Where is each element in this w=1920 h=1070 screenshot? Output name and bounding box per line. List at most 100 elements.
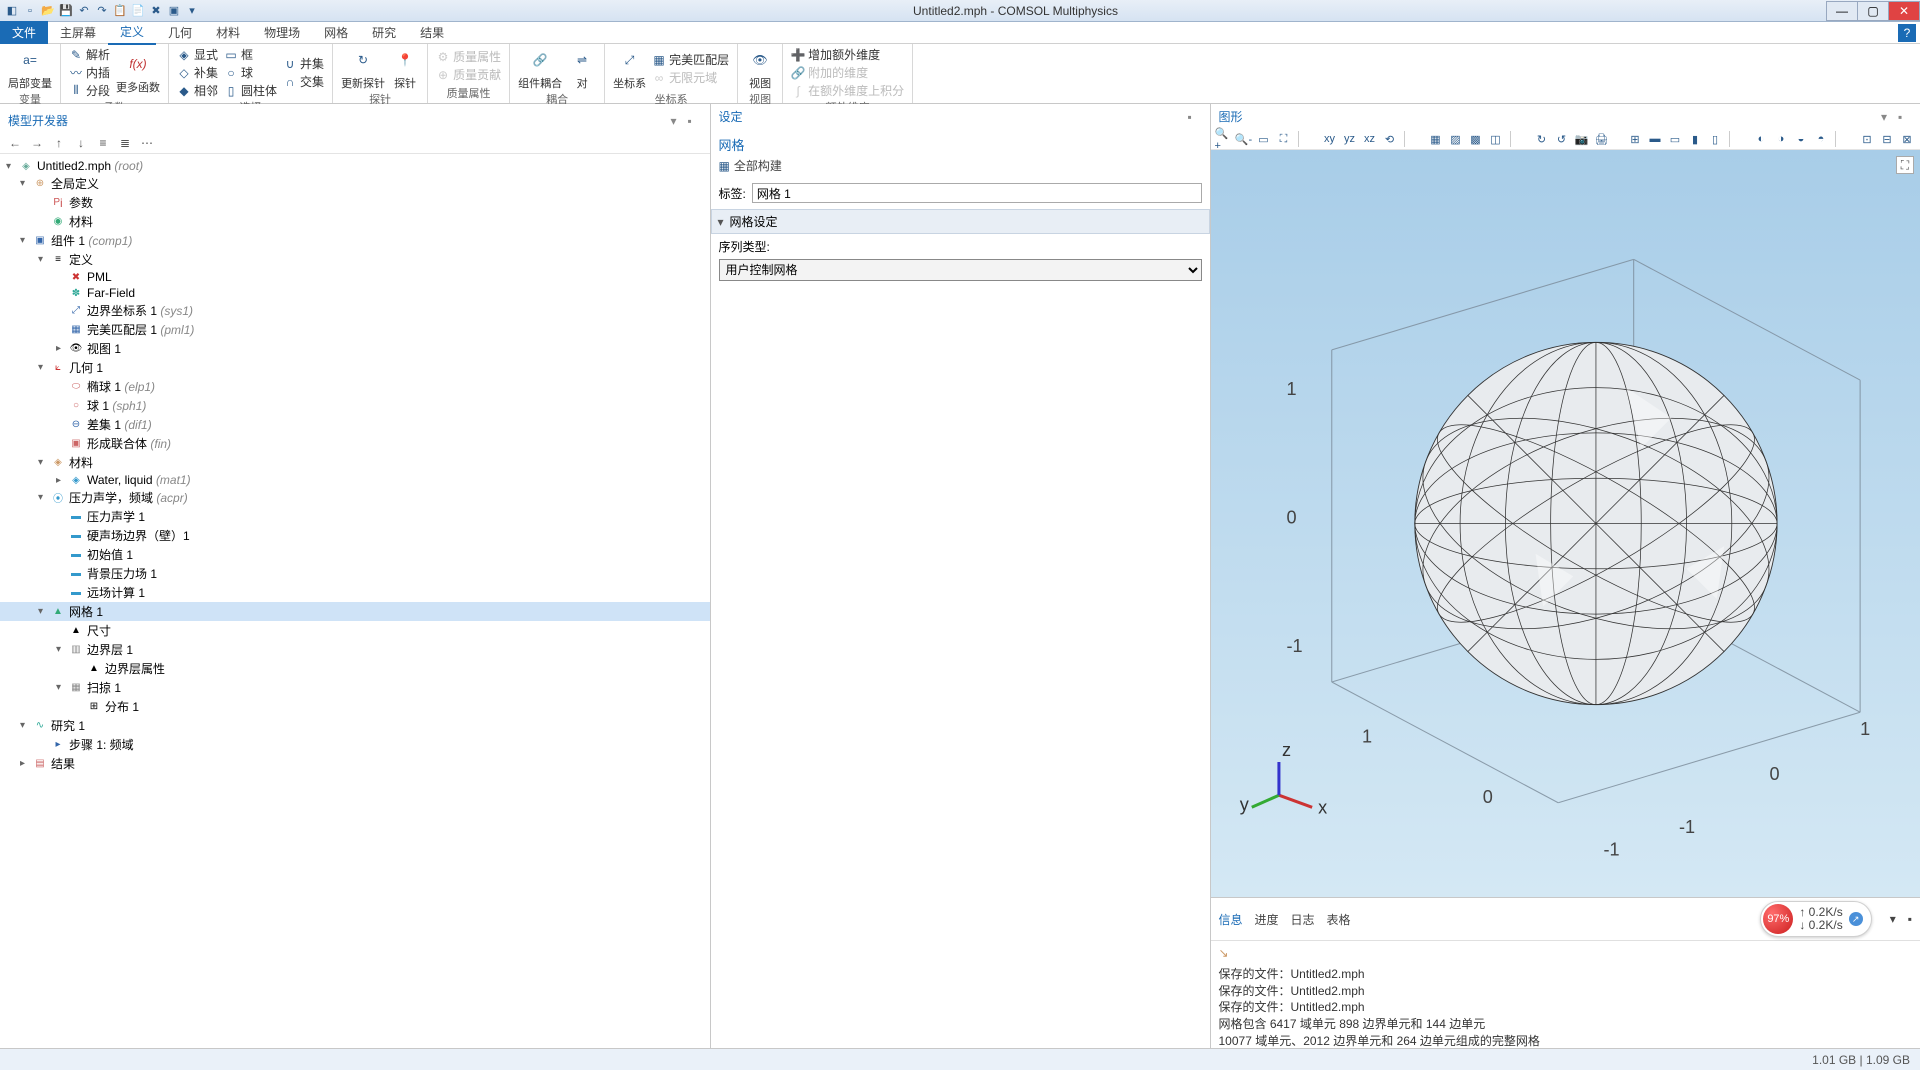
zoom-extent-icon[interactable]: ⛶ [1275, 131, 1293, 147]
analytic-fn[interactable]: ✎解析 [69, 46, 110, 63]
new-icon[interactable]: ▫ [22, 3, 38, 19]
label-label: 标签: [719, 185, 746, 202]
coord-button[interactable]: ⤢坐标系 [613, 46, 646, 91]
tab-defs[interactable]: 定义 [108, 20, 156, 45]
back-icon[interactable]: ← [6, 135, 24, 151]
interp-fn[interactable]: 〰内插 [69, 64, 110, 81]
file-menu[interactable]: 文件 [0, 21, 48, 44]
gfx-opts-icon[interactable]: ▾ [1881, 110, 1895, 124]
build-all-button[interactable]: ▦全部构建 [719, 154, 1202, 177]
graphics-canvas[interactable]: 10-1 10-1 -101 x y z ⛶ [1211, 150, 1920, 897]
mass-prop: ⚙质量属性 [436, 48, 501, 65]
explicit-sel[interactable]: ◈显式 [177, 46, 218, 63]
add-dim[interactable]: ➕增加额外维度 [791, 46, 904, 63]
save-icon[interactable]: 💾 [58, 3, 74, 19]
pml-button[interactable]: ▦完美匹配层 [652, 51, 729, 68]
svg-text:z: z [1281, 740, 1290, 760]
minimize-button[interactable]: — [1826, 1, 1858, 21]
attach-dim: 🔗附加的维度 [791, 64, 904, 81]
tab-study[interactable]: 研究 [360, 21, 408, 44]
opts-icon[interactable]: ▪ [688, 114, 702, 128]
help-button[interactable]: ? [1898, 24, 1916, 42]
view-button[interactable]: 👁视图 [746, 46, 774, 91]
complement-sel[interactable]: ◇补集 [177, 64, 218, 81]
mesh-settings-header[interactable]: ▾网格设定 [711, 209, 1210, 234]
up-icon[interactable]: ↑ [50, 135, 68, 151]
more-fn-button[interactable]: f(x)更多函数 [116, 50, 160, 95]
svg-text:0: 0 [1286, 508, 1296, 528]
net-widget[interactable]: 97% ↑ 0.2K/s↓ 0.2K/s ↗ [1760, 901, 1871, 937]
settings-panel: 设定 ▪ 网格 ▦全部构建 标签: ▾网格设定 序列类型: 用户控制网格 [711, 104, 1211, 1048]
svg-text:-1: -1 [1678, 817, 1694, 837]
tab-results[interactable]: 结果 [408, 21, 456, 44]
xz-icon[interactable]: xz [1361, 131, 1379, 147]
pin-icon[interactable]: ▾ [671, 114, 685, 128]
paste-icon[interactable]: 📄 [130, 3, 146, 19]
zoom-in-icon[interactable]: 🔍+ [1215, 131, 1233, 147]
tab-material[interactable]: 材料 [204, 21, 252, 44]
settings-opts-icon[interactable]: ▪ [1188, 110, 1202, 124]
tab-table[interactable]: 表格 [1327, 911, 1351, 928]
svg-text:-1: -1 [1603, 840, 1619, 860]
tab-physics[interactable]: 物理场 [252, 21, 312, 44]
yz-icon[interactable]: yz [1341, 131, 1359, 147]
collapse-icon[interactable]: ≣ [116, 135, 134, 151]
seqtype-label: 序列类型: [719, 238, 1202, 255]
open-icon[interactable]: 📂 [40, 3, 56, 19]
info-panel: 信息 进度 日志 表格 97% ↑ 0.2K/s↓ 0.2K/s ↗ ▾▪ ↘ … [1211, 898, 1920, 1048]
svg-text:y: y [1239, 794, 1249, 814]
delete-icon[interactable]: ✖ [148, 3, 164, 19]
probe-button[interactable]: 📍探针 [391, 46, 419, 91]
maximize-button[interactable]: ▢ [1857, 1, 1889, 21]
close-button[interactable]: ✕ [1888, 1, 1920, 21]
down-icon[interactable]: ↓ [72, 135, 90, 151]
pair-button[interactable]: ⇌对 [568, 46, 596, 91]
tab-home[interactable]: 主屏幕 [48, 21, 108, 44]
graphics-title: 图形 [1219, 108, 1243, 125]
svg-text:x: x [1318, 797, 1327, 817]
adjacent-sel[interactable]: ◆相邻 [177, 82, 218, 99]
status-bar: 1.01 GB | 1.09 GB [0, 1048, 1920, 1070]
camera-icon[interactable]: 📷 [1573, 131, 1591, 147]
union-sel[interactable]: ∪并集 [283, 55, 324, 72]
model-tree[interactable]: ▾◈Untitled2.mph (root) ▾⊕全局定义 Pi参数 ◉材料 ▾… [0, 154, 710, 1044]
tab-info[interactable]: 信息 [1219, 911, 1243, 928]
tree-mesh-node[interactable]: ▾▲网格 1 [0, 602, 710, 621]
zoom-out-icon[interactable]: 🔍- [1235, 131, 1253, 147]
tab-progress[interactable]: 进度 [1255, 911, 1279, 928]
tree-toolbar: ←→↑↓ ≡≣⋯ [0, 133, 710, 154]
local-var-button[interactable]: a=局部变量 [8, 46, 52, 91]
xy-icon[interactable]: xy [1321, 131, 1339, 147]
tab-log[interactable]: 日志 [1291, 911, 1315, 928]
ball-sel[interactable]: ○球 [224, 64, 277, 81]
update-probe-button[interactable]: ↻更新探针 [341, 46, 385, 91]
comp-couple-button[interactable]: 🔗组件耦合 [518, 46, 562, 91]
window-title: Untitled2.mph - COMSOL Multiphysics [204, 4, 1827, 18]
quick-access: ◧ ▫ 📂 💾 ↶ ↷ 📋 📄 ✖ ▣ ▾ [0, 3, 204, 19]
expand-icon[interactable]: ≡ [94, 135, 112, 151]
run-icon[interactable]: ▣ [166, 3, 182, 19]
box-sel[interactable]: ▭框 [224, 46, 277, 63]
more-icon[interactable]: ⋯ [138, 135, 156, 151]
right-panel: 图形▾▪ 🔍+🔍-▭⛶ xyyzxz⟲ ▦▨▩◫ ↻↺📷🖨 ⊞▬▭▮▯ ◐◑◒◓… [1211, 104, 1920, 1048]
svg-text:0: 0 [1482, 787, 1492, 807]
tab-mesh[interactable]: 网格 [312, 21, 360, 44]
tab-geom[interactable]: 几何 [156, 21, 204, 44]
fwd-icon[interactable]: → [28, 135, 46, 151]
settings-subtitle: 网格 [719, 135, 1202, 154]
dropdown-icon[interactable]: ▾ [184, 3, 200, 19]
cyl-sel[interactable]: ▯圆柱体 [224, 82, 277, 99]
seqtype-select[interactable]: 用户控制网格 [719, 259, 1202, 281]
ribbon: a=局部变量 变量 ✎解析 〰内插 ⦀分段 f(x)更多函数 函数 ◈显式 ◇补… [0, 44, 1920, 104]
app-icon: ◧ [4, 3, 20, 19]
undo-icon[interactable]: ↶ [76, 3, 92, 19]
label-input[interactable] [752, 183, 1202, 203]
gfx-expand-icon[interactable]: ⛶ [1896, 156, 1914, 174]
intersect-sel[interactable]: ∩交集 [283, 73, 324, 90]
piecewise-fn[interactable]: ⦀分段 [69, 82, 110, 99]
settings-title: 设定 [719, 108, 743, 125]
copy-icon[interactable]: 📋 [112, 3, 128, 19]
graphics-toolbar: 🔍+🔍-▭⛶ xyyzxz⟲ ▦▨▩◫ ↻↺📷🖨 ⊞▬▭▮▯ ◐◑◒◓ ⊡⊟⊠ [1211, 129, 1920, 150]
redo-icon[interactable]: ↷ [94, 3, 110, 19]
zoom-box-icon[interactable]: ▭ [1255, 131, 1273, 147]
